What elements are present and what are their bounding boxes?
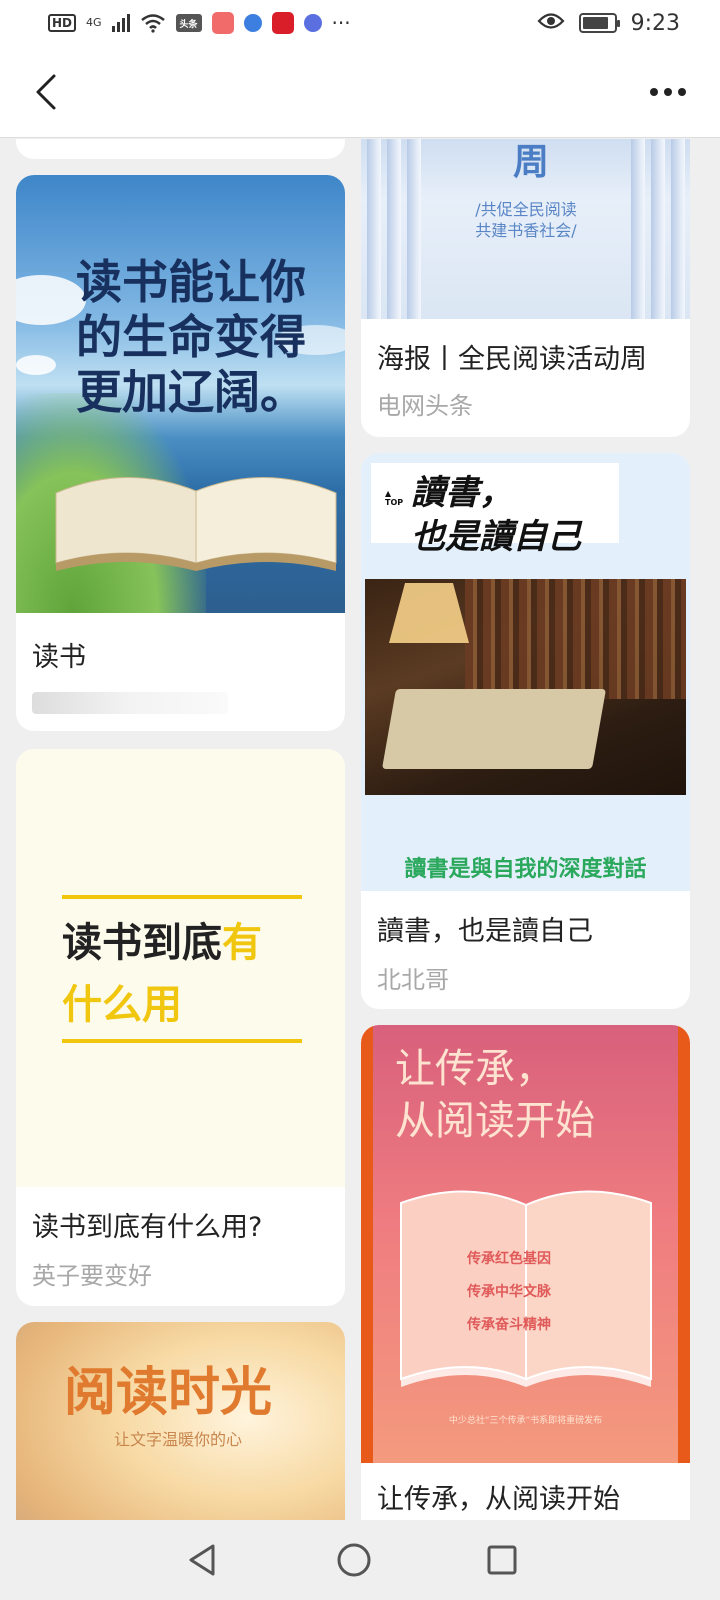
poster-banner: ▲ TOP 讀書， 也是讀自己 <box>371 463 619 557</box>
circle-home-icon <box>337 1543 371 1577</box>
news-app-badge: 头条 <box>175 14 202 32</box>
poster-text: 读书能让你的生命变得更加辽阔。 <box>76 255 306 419</box>
battery-icon <box>578 13 620 33</box>
poster-text: 让传承， 从阅读开始 <box>395 1046 595 1144</box>
status-overflow: ··· <box>331 11 351 35</box>
hd-badge: HD <box>48 14 77 32</box>
more-dot <box>650 88 658 96</box>
card-thumbnail: 让传承， 从阅读开始 传承红色基因 传承中华文脉 传承奋斗精神 中少总社“三个传承… <box>361 1025 690 1463</box>
poster-footnote: 中少总社“三个传承”书系即将重磅发布 <box>448 1416 603 1426</box>
feed-card-reading-self[interactable]: ▲ TOP 讀書， 也是讀自己 讀書是與自我的深度對話 讀書，也是讀自己 北北哥 <box>361 453 690 1009</box>
clock: 9:23 <box>630 10 680 36</box>
poster-text: 周 <box>513 141 550 183</box>
more-dot <box>678 88 686 96</box>
triangle-back-icon <box>189 1544 215 1576</box>
top-tag: ▲ TOP <box>385 489 404 507</box>
more-button[interactable] <box>638 72 698 112</box>
feed-card-partial[interactable] <box>16 139 345 159</box>
card-author: 电网头条 <box>377 392 473 420</box>
nav-recents-button[interactable] <box>480 1538 524 1582</box>
music-icon <box>303 14 322 32</box>
open-book-image <box>55 477 337 571</box>
poster-subtext: /共促全民阅读 共建书香社会/ <box>475 200 577 240</box>
nav-home-button[interactable] <box>332 1538 376 1582</box>
card-thumbnail: 读书到底有 什么用 <box>16 749 345 1187</box>
card-title: 读书 <box>32 642 86 673</box>
system-nav-bar <box>0 1520 720 1600</box>
status-bar: HD 4G 头条 ··· 9:23 <box>0 0 720 46</box>
poster-rule-bottom <box>62 1039 302 1043</box>
card-thumbnail: 读书能让你的生命变得更加辽阔。 <box>16 175 345 613</box>
library-photo <box>365 579 686 795</box>
card-title: 让传承，从阅读开始 <box>377 1484 620 1515</box>
app-icon-shield <box>271 12 294 34</box>
signal-icon <box>111 14 130 32</box>
poster-subtext: 让文字温暖你的心 <box>114 1430 243 1449</box>
app-icon-blue <box>243 14 262 32</box>
top-nav <box>0 46 720 138</box>
card-author: 英子要变好 <box>32 1262 152 1290</box>
poster-text: 读书到底有 什么用 <box>62 919 262 1028</box>
eye-icon <box>537 11 565 36</box>
card-title: 海报丨全民阅读活动周 <box>377 344 647 375</box>
feed-card-heritage[interactable]: 让传承， 从阅读开始 传承红色基因 传承中华文脉 传承奋斗精神 中少总社“三个传承… <box>361 1025 690 1520</box>
feed-card-reading[interactable]: 读书能让你的生命变得更加辽阔。 读书 <box>16 175 345 731</box>
square-recents-icon <box>487 1545 517 1575</box>
poster-headline: 讀書， 也是讀自己 <box>411 473 581 557</box>
card-thumbnail: 周 /共促全民阅读 共建书香社会/ <box>361 139 690 319</box>
feed-card-reading-time[interactable]: 阅读时光 让文字温暖你的心 <box>16 1322 345 1520</box>
more-dot <box>664 88 672 96</box>
card-author-blurred <box>32 692 228 714</box>
poster-lines: 传承红色基因 传承中华文脉 传承奋斗精神 <box>467 1251 551 1333</box>
back-button[interactable] <box>22 68 70 116</box>
card-author: 北北哥 <box>377 966 449 994</box>
feed-card-reading-week[interactable]: 周 /共促全民阅读 共建书香社会/ 海报丨全民阅读活动周 电网头条 <box>361 139 690 437</box>
card-thumbnail: ▲ TOP 讀書， 也是讀自己 讀書是與自我的深度對話 <box>361 453 690 891</box>
card-title: 讀書，也是讀自己 <box>377 916 593 947</box>
poster-tagline: 讀書是與自我的深度對話 <box>404 856 647 882</box>
card-thumbnail: 阅读时光 让文字温暖你的心 <box>16 1322 345 1520</box>
nav-back-button[interactable] <box>180 1538 224 1582</box>
chevron-left-icon <box>36 74 56 110</box>
poster-text: 阅读时光 <box>64 1362 273 1423</box>
card-title: 读书到底有什么用? <box>32 1212 263 1243</box>
app-icon-red <box>211 12 234 34</box>
wifi-icon <box>140 12 166 34</box>
feed-card-reading-use[interactable]: 读书到底有 什么用 读书到底有什么用? 英子要变好 <box>16 749 345 1306</box>
poster-rule-top <box>62 895 302 899</box>
article-feed[interactable]: 读书能让你的生命变得更加辽阔。 读书 读书到底有 什么用 读书到底有什么用? 英子… <box>0 139 720 1520</box>
network-type: 4G <box>86 16 102 29</box>
